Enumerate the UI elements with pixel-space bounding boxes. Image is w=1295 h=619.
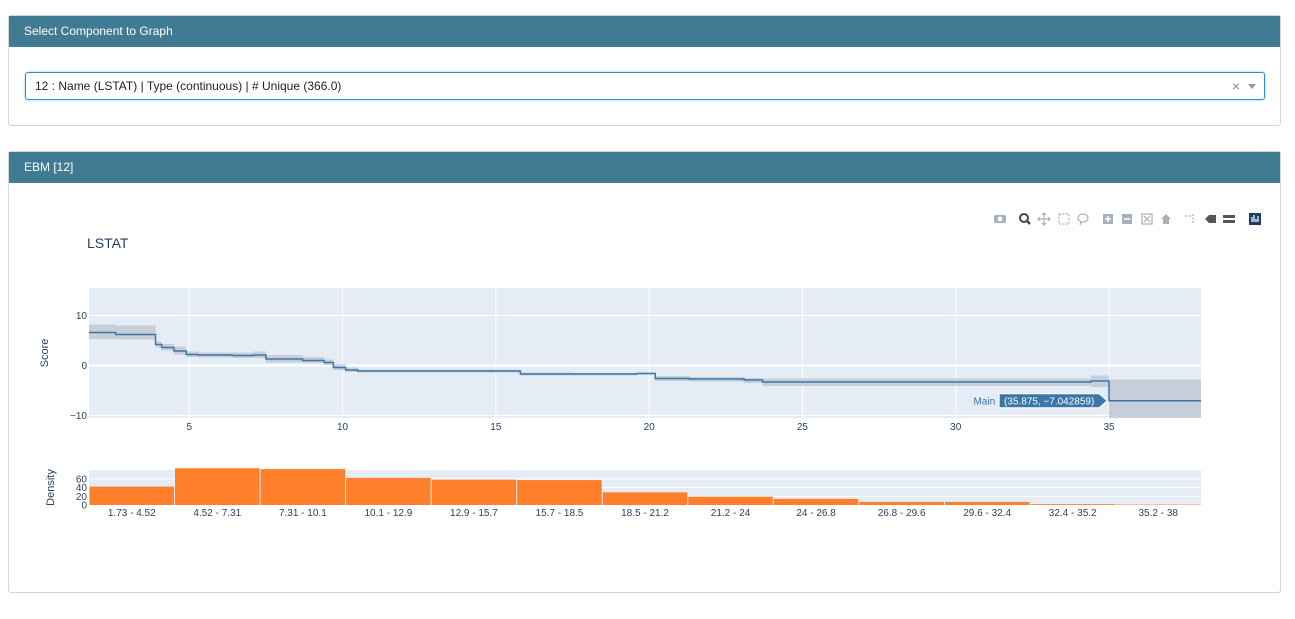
y-tick-label: 0 [81,361,87,372]
density-bar[interactable] [773,498,859,505]
pan-icon[interactable] [1037,212,1051,226]
chevron-down-icon[interactable] [1248,84,1256,89]
x-tick-label: 20 [644,422,656,433]
y-tick-label: −10 [70,411,87,422]
density-bar[interactable] [944,501,1030,505]
hover-series-name: Main [973,397,995,408]
density-x-tick-label: 32.4 - 35.2 [1049,508,1097,519]
hover-compare-icon[interactable] [1223,215,1235,223]
density-bar[interactable] [260,469,346,505]
camera-icon[interactable] [994,215,1006,223]
density-bar[interactable] [517,480,602,505]
component-select-panel: Select Component to Graph 12 : Name (LST… [8,15,1281,126]
x-tick-label: 15 [490,422,502,433]
density-y-tick-label: 60 [76,474,88,485]
ebm-chart[interactable]: LSTAT 5 10 15 20 25 30 35100−10Score 0204060De… [9,184,1280,592]
density-bar[interactable] [431,479,517,505]
density-bar[interactable] [1030,504,1115,505]
x-tick-label: 30 [950,422,962,433]
density-bar[interactable] [688,496,773,505]
x-tick-label: 5 [186,422,192,433]
density-x-tick-label: 12.9 - 15.7 [450,508,498,519]
zoom-in-icon[interactable] [1103,214,1113,224]
ebm-panel: EBM [12] LSTAT 5 10 15 20 25 30 35 10 0 −10 Score … [8,151,1281,593]
density-x-tick-label: 29.6 - 32.4 [963,508,1011,519]
clear-icon[interactable]: × [1232,73,1240,99]
density-x-tick-label: 24 - 26.8 [796,508,836,519]
density-bar[interactable] [89,486,175,505]
zoom-out-icon[interactable] [1122,214,1132,224]
lasso-select-icon[interactable] [1077,213,1089,226]
x-tick-label: 10 [337,422,349,433]
y-tick-label: 10 [76,311,88,322]
density-x-tick-label: 26.8 - 29.6 [878,508,926,519]
density-x-tick-label: 21.2 - 24 [711,508,751,519]
density-y-axis-label: Density [45,469,57,506]
x-tick-label: 25 [797,422,809,433]
hover-closest-icon[interactable] [1205,215,1216,223]
density-bar[interactable] [859,501,944,505]
density-bar[interactable] [175,468,260,505]
plotly-logo-icon[interactable] [1249,213,1261,225]
component-select-value: 12 : Name (LSTAT) | Type (continuous) | … [35,79,342,93]
modebar [994,212,1261,226]
density-x-tick-label: 4.52 - 7.31 [193,508,241,519]
x-tick-label: 35 [1103,422,1115,433]
density-x-tick-label: 35.2 - 38 [1138,508,1178,519]
reset-axes-icon[interactable] [1161,214,1171,224]
component-select-header: Select Component to Graph [9,16,1280,47]
score-plot[interactable]: 5 10 15 20 25 30 35 10 0 −10 Score [39,288,1201,433]
autoscale-icon[interactable] [1141,213,1153,225]
component-select-dropdown[interactable]: 12 : Name (LSTAT) | Type (continuous) | … [25,72,1265,100]
density-x-tick-label: 18.5 - 21.2 [621,508,669,519]
zoom-icon[interactable] [1019,213,1031,225]
ebm-panel-header: EBM [12] [9,152,1280,183]
density-bar[interactable] [346,477,431,505]
density-plot[interactable]: 0204060Density1.73 - 4.52 4.52 - 7.31 7.31… [45,468,1201,519]
density-x-tick-label: 1.73 - 4.52 [108,508,156,519]
density-x-tick-label: 10.1 - 12.9 [364,508,412,519]
plot-title: LSTAT [87,235,129,251]
spike-lines-icon[interactable] [1185,214,1194,224]
box-select-icon[interactable] [1058,213,1070,225]
density-bar[interactable] [602,492,688,505]
hover-tooltip: Main (35.875, −7.042859) [973,393,1108,409]
density-x-tick-label: 7.31 - 10.1 [279,508,327,519]
density-x-tick-label: 15.7 - 18.5 [536,508,584,519]
hover-value: (35.875, −7.042859) [1004,397,1094,408]
y-axis-label: Score [39,339,51,368]
